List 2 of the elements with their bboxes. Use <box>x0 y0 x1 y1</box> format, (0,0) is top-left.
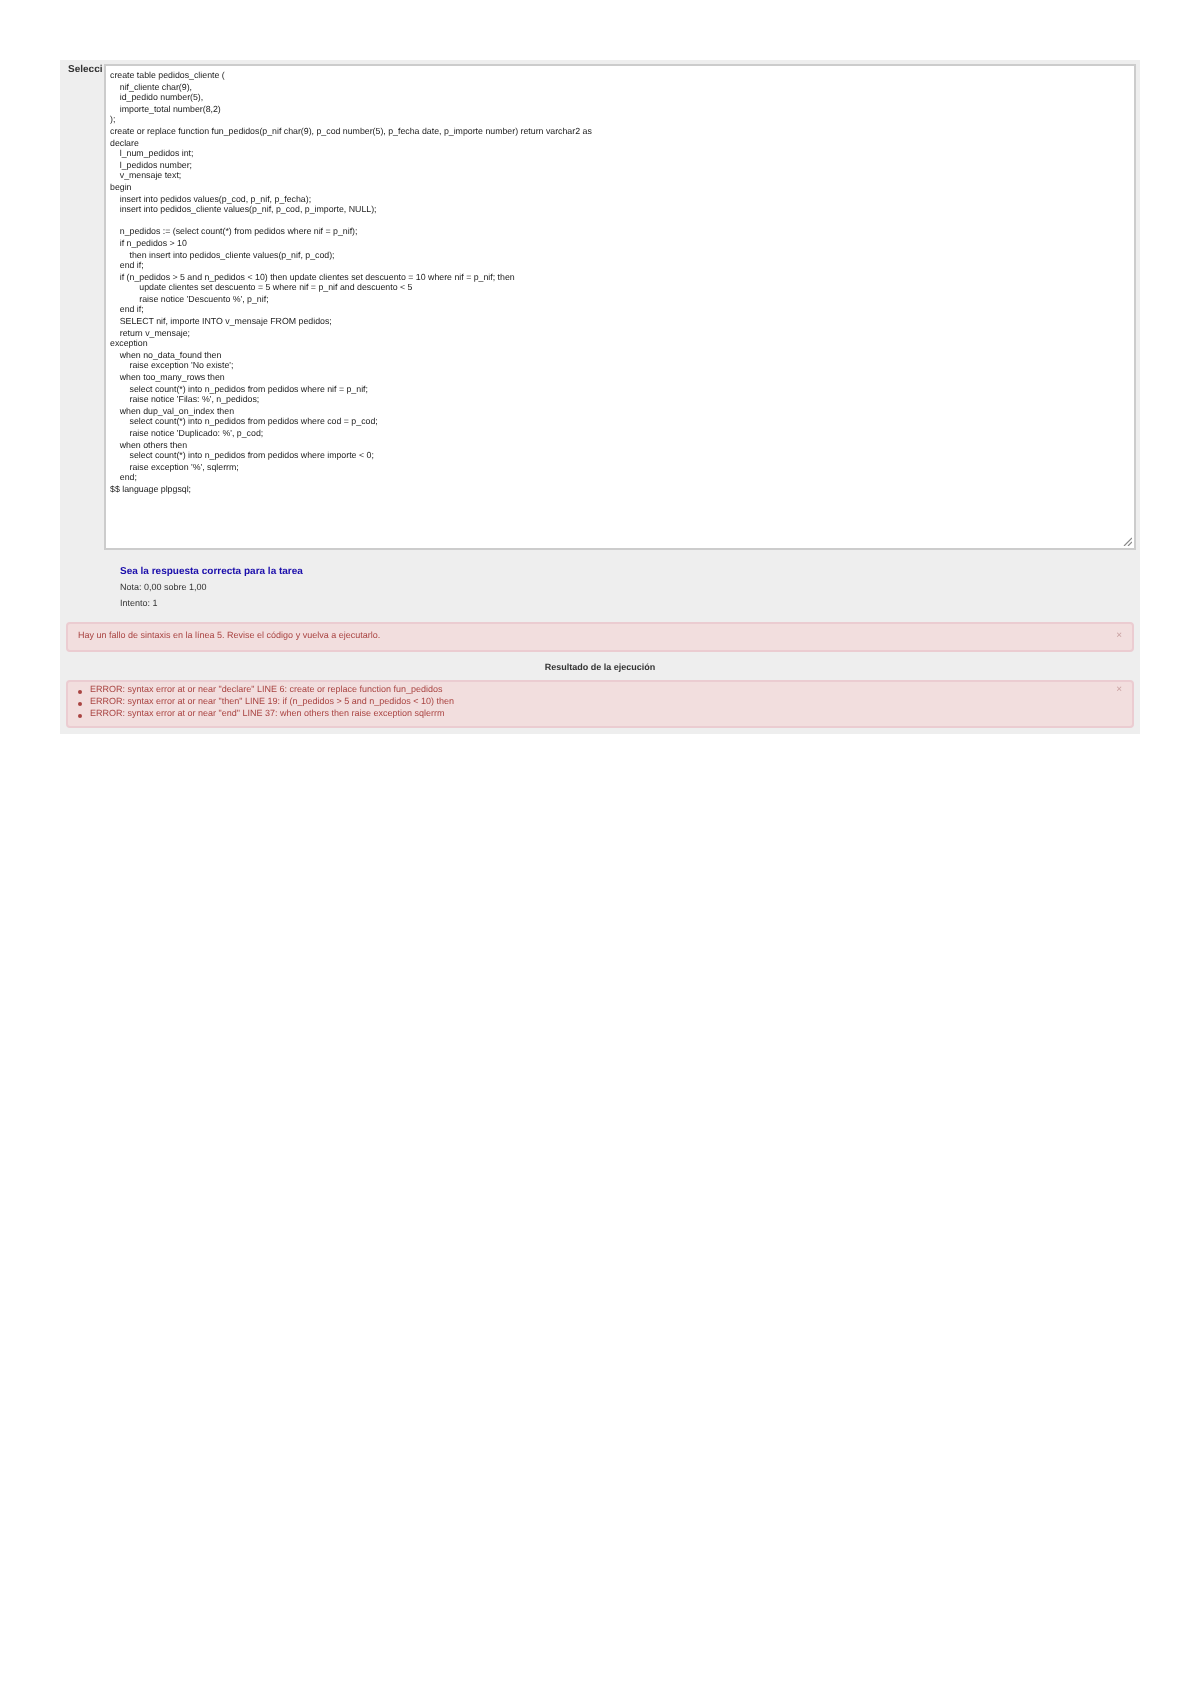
resize-handle-icon[interactable] <box>1122 536 1132 546</box>
code-editor[interactable] <box>104 64 1136 550</box>
